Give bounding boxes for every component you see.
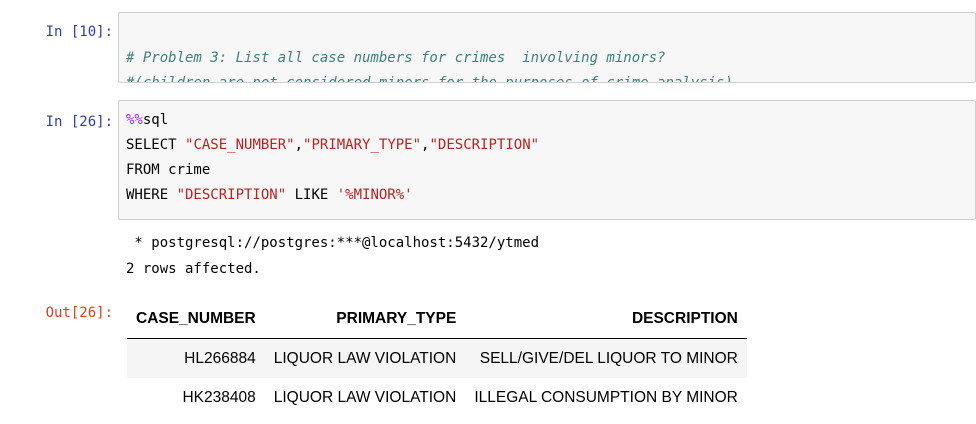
- cell-case-number: HL266884: [127, 338, 265, 378]
- sql-from-line: FROM crime: [126, 162, 211, 178]
- cell-case-number: HK238408: [182, 388, 256, 406]
- table-row: HK238408 LIQUOR LAW VIOLATION ILLEGAL CO…: [127, 378, 747, 417]
- sql-column-description: "DESCRIPTION": [429, 137, 540, 153]
- sql-magic-prefix: %%: [126, 112, 143, 128]
- sql-column-case-number: "CASE_NUMBER": [185, 137, 295, 153]
- sql-select-keyword: SELECT: [126, 137, 186, 153]
- cell-description: ILLEGAL CONSUMPTION BY MINOR: [474, 388, 738, 406]
- rows-affected-output: 2 rows affected.: [126, 261, 261, 277]
- comment-line-1: # Problem 3: List all case numbers for c…: [126, 50, 666, 66]
- comment-line-2: #(children are not considered minors for…: [126, 75, 733, 83]
- cell-description: SELL/GIVE/DEL LIQUOR TO MINOR: [465, 338, 747, 378]
- table-header-row: CASE_NUMBER PRIMARY_TYPE DESCRIPTION: [127, 300, 747, 339]
- header-case-number: CASE_NUMBER: [127, 300, 265, 339]
- code-cell-sql[interactable]: %%sql SELECT "CASE_NUMBER","PRIMARY_TYPE…: [118, 100, 976, 220]
- header-primary-type: PRIMARY_TYPE: [264, 300, 466, 339]
- sql-where-column: "DESCRIPTION": [176, 187, 287, 203]
- sql-like-value: '%MINOR%': [336, 187, 413, 203]
- input-prompt-26: In [26]:: [45, 114, 113, 130]
- output-prompt-26: Out[26]:: [45, 305, 113, 321]
- header-description: DESCRIPTION: [465, 300, 747, 339]
- connection-output: * postgresql://postgres:***@localhost:54…: [126, 235, 540, 251]
- table-row: HL266884 LIQUOR LAW VIOLATION SELL/GIVE/…: [127, 338, 747, 378]
- sql-like-keyword: LIKE: [286, 187, 337, 203]
- code-cell-comment[interactable]: # Problem 3: List all case numbers for c…: [118, 12, 976, 83]
- sql-separator-1: ,: [294, 137, 304, 153]
- input-prompt-10: In [10]:: [45, 24, 113, 40]
- cell-primary-type: LIQUOR LAW VIOLATION: [264, 338, 466, 378]
- cell-primary-type: LIQUOR LAW VIOLATION: [273, 388, 457, 406]
- sql-column-primary-type: "PRIMARY_TYPE": [303, 137, 422, 153]
- sql-where-keyword: WHERE: [126, 187, 177, 203]
- sql-magic-command: sql: [142, 112, 169, 128]
- result-table: CASE_NUMBER PRIMARY_TYPE DESCRIPTION HL2…: [127, 300, 747, 417]
